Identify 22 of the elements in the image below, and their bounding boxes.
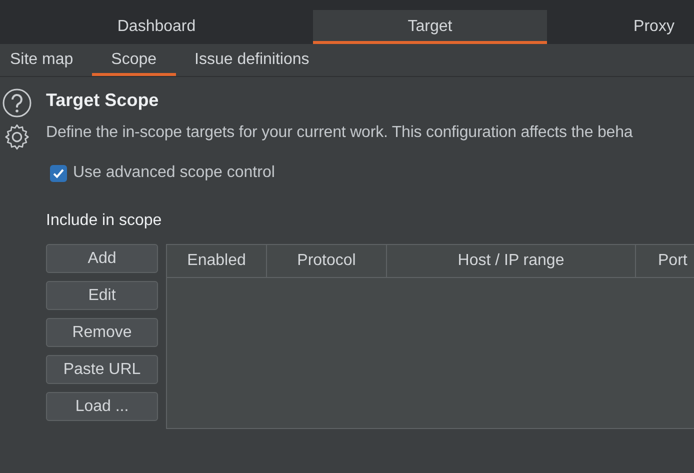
include-heading: Include in scope xyxy=(46,212,163,230)
scope-button[interactable]: Paste URL xyxy=(46,355,158,384)
column-header[interactable]: Protocol xyxy=(267,245,387,277)
scope-button[interactable]: Add xyxy=(46,244,158,273)
settings-icon xyxy=(2,122,32,152)
column-header[interactable]: Port xyxy=(636,245,694,277)
checkbox-label: Use advanced scope control xyxy=(73,164,275,182)
sub-tab[interactable]: Scope xyxy=(92,44,176,76)
scope-button[interactable]: Edit xyxy=(46,281,158,310)
scope-button[interactable]: Load ... xyxy=(46,392,158,421)
section-title: Target Scope xyxy=(46,90,160,112)
section-description: Define the in-scope targets for your current work. This configuration affects the beha xyxy=(46,124,634,142)
column-header[interactable]: Enabled xyxy=(167,245,267,277)
help-icon xyxy=(2,88,32,118)
main-tab[interactable]: Proxy xyxy=(547,10,694,44)
column-header[interactable]: Host / IP range xyxy=(387,245,636,277)
checkbox[interactable] xyxy=(50,164,67,182)
sub-tab[interactable]: Site map xyxy=(0,44,92,76)
scope-button[interactable]: Remove xyxy=(46,318,158,347)
sub-tab[interactable]: Issue definitions xyxy=(176,44,328,76)
main-tab[interactable]: Dashboard xyxy=(0,10,313,44)
main-tab[interactable]: Target xyxy=(313,10,547,44)
